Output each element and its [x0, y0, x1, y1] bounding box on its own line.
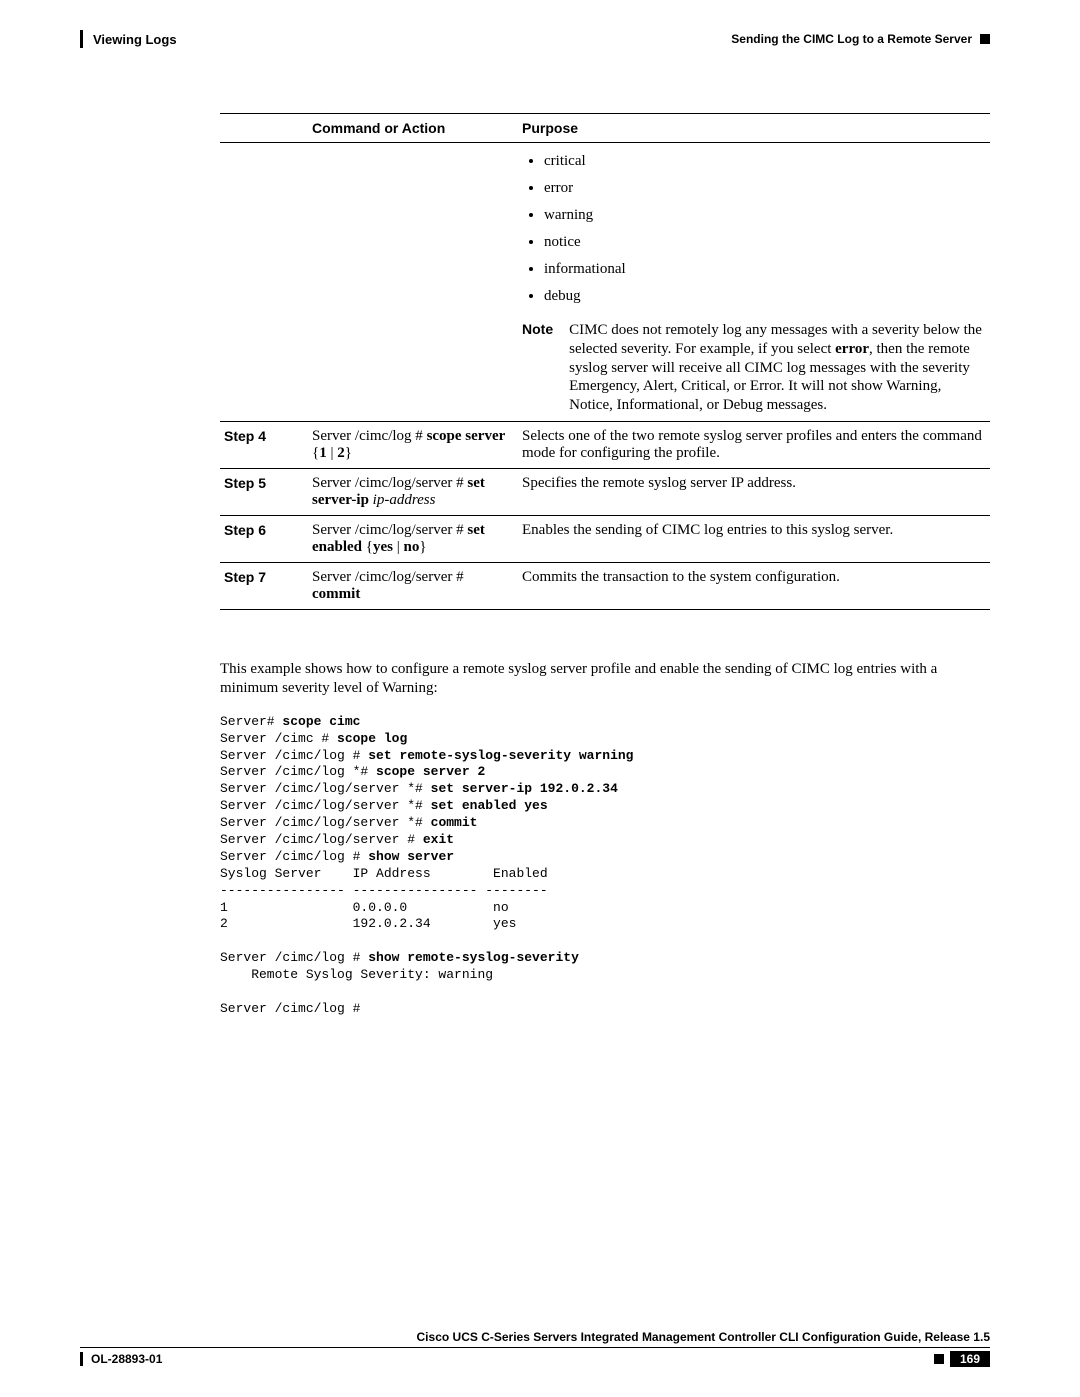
command-cell: Server /cimc/log/server # set server-ip …	[308, 468, 518, 515]
sev-item: notice	[544, 234, 986, 251]
page-header: Viewing Logs Sending the CIMC Log to a R…	[80, 30, 990, 53]
command-cell: Server /cimc/log/server # commit	[308, 562, 518, 609]
footer-guide-title: Cisco UCS C-Series Servers Integrated Ma…	[80, 1330, 990, 1344]
footer-docid: OL-28893-01	[91, 1352, 162, 1366]
purpose-cell: Specifies the remote syslog server IP ad…	[518, 468, 990, 515]
footer-square-icon	[934, 1354, 944, 1364]
example-code: Server# scope cimc Server /cimc # scope …	[220, 714, 990, 1018]
command-cell: Server /cimc/log/server # set enabled {y…	[308, 515, 518, 562]
table-row: Step 6 Server /cimc/log/server # set ena…	[220, 515, 990, 562]
header-marker-icon	[80, 30, 83, 48]
severity-cell: critical error warning notice informatio…	[518, 143, 990, 422]
sev-item: error	[544, 180, 986, 197]
col-purpose: Purpose	[518, 114, 990, 143]
purpose-cell: Enables the sending of CIMC log entries …	[518, 515, 990, 562]
page-footer: Cisco UCS C-Series Servers Integrated Ma…	[80, 1330, 990, 1367]
purpose-cell: Selects one of the two remote syslog ser…	[518, 421, 990, 468]
step-label: Step 6	[220, 515, 308, 562]
command-cell: Server /cimc/log # scope server {1 | 2}	[308, 421, 518, 468]
sev-item: debug	[544, 288, 986, 305]
purpose-cell: Commits the transaction to the system co…	[518, 562, 990, 609]
step-label: Step 7	[220, 562, 308, 609]
table-row: critical error warning notice informatio…	[220, 143, 990, 422]
footer-marker-icon	[80, 1352, 83, 1366]
header-square-icon	[980, 34, 990, 44]
sev-item: critical	[544, 153, 986, 170]
step-label: Step 4	[220, 421, 308, 468]
example-intro: This example shows how to configure a re…	[220, 660, 990, 699]
sev-item: warning	[544, 207, 986, 224]
table-row: Step 5 Server /cimc/log/server # set ser…	[220, 468, 990, 515]
step-label: Step 5	[220, 468, 308, 515]
note-label: Note	[522, 321, 553, 415]
command-table: Command or Action Purpose critical error…	[220, 113, 990, 610]
table-row: Step 7 Server /cimc/log/server # commit …	[220, 562, 990, 609]
table-row: Step 4 Server /cimc/log # scope server {…	[220, 421, 990, 468]
page-number: 169	[950, 1351, 990, 1367]
sev-item: informational	[544, 261, 986, 278]
header-left-text: Viewing Logs	[93, 32, 177, 47]
col-action: Command or Action	[308, 114, 518, 143]
note-text: CIMC does not remotely log any messages …	[569, 321, 986, 415]
header-right-text: Sending the CIMC Log to a Remote Server	[731, 32, 972, 46]
col-step	[220, 114, 308, 143]
